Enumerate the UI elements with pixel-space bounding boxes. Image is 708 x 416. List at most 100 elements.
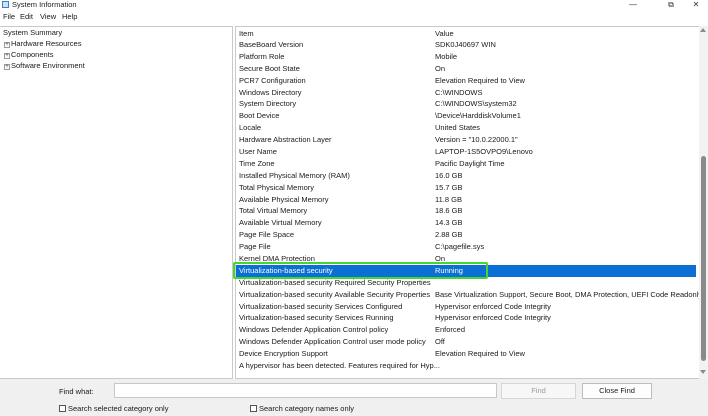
table-row[interactable]: Hardware Abstraction Layer Version = "10.… — [236, 134, 696, 146]
checkbox-box[interactable] — [250, 405, 257, 412]
table-row[interactable]: Time Zone Pacific Daylight Time — [236, 158, 696, 170]
row-item-cell: Available Physical Memory — [239, 194, 329, 204]
minimize-icon[interactable]: — — [618, 0, 648, 10]
find-bar: Find what: Find Close Find Search select… — [0, 379, 708, 416]
search-category-names-checkbox[interactable]: Search category names only — [250, 404, 354, 413]
table-row[interactable]: Total Virtual Memory 18.6 GB — [236, 205, 696, 217]
tree-item-system-summary[interactable]: System Summary — [3, 28, 62, 38]
close-icon[interactable]: ✕ — [684, 0, 708, 10]
table-row[interactable]: BaseBoard Version SDK0J40697 WIN — [236, 39, 696, 51]
checkbox-box[interactable] — [59, 405, 66, 412]
table-row[interactable]: A hypervisor has been detected. Features… — [236, 360, 696, 372]
row-value-cell: United States — [435, 123, 481, 133]
row-value-cell: Base Virtualization Support, Secure Boot… — [435, 289, 708, 299]
row-value-cell: On — [435, 63, 446, 73]
find-what-label: Find what: — [59, 387, 94, 396]
row-item-cell: Page File Space — [239, 230, 295, 240]
row-item-cell: Total Virtual Memory — [239, 206, 308, 216]
search-selected-category-checkbox[interactable]: Search selected category only — [59, 404, 168, 413]
table-row[interactable]: Available Physical Memory 11.8 GB — [236, 194, 696, 206]
row-value-cell: Pacific Daylight Time — [435, 158, 505, 168]
column-header-item[interactable]: Item — [239, 29, 254, 38]
maximize-icon[interactable]: ⧉ — [656, 0, 686, 10]
tree-item-label: Software Environment — [11, 61, 85, 70]
table-row[interactable]: Locale United States — [236, 122, 696, 134]
row-item-cell: Time Zone — [239, 158, 275, 168]
row-item-cell: Windows Defender Application Control use… — [239, 337, 426, 347]
row-value-cell: Enforced — [435, 325, 466, 335]
table-row[interactable]: Total Physical Memory 15.7 GB — [236, 182, 696, 194]
scroll-thumb[interactable] — [701, 156, 706, 361]
row-item-cell: Windows Defender Application Control pol… — [239, 325, 389, 335]
row-value-cell: \Device\HarddiskVolume1 — [435, 111, 521, 121]
table-row[interactable]: Page File Space 2.88 GB — [236, 229, 696, 241]
table-row[interactable]: Secure Boot State On — [236, 63, 696, 75]
vertical-scrollbar[interactable] — [699, 26, 708, 379]
category-tree: System Summary + Hardware Resources + Comp… — [0, 26, 233, 379]
row-item-cell: Platform Role — [239, 51, 285, 61]
column-header-value[interactable]: Value — [435, 29, 454, 38]
row-value-cell: C:\WINDOWS\system32 — [435, 99, 517, 109]
row-value-cell: Hypervisor enforced Code Integrity — [435, 313, 551, 323]
row-item-cell: Page File — [239, 242, 271, 252]
close-find-button[interactable]: Close Find — [582, 383, 652, 399]
window-title: System Information — [12, 0, 77, 9]
table-row[interactable]: User Name LAPTOP-1S5OVPO9\Lenovo — [236, 146, 696, 158]
checkbox-label: Search selected category only — [68, 404, 169, 413]
menu-help[interactable]: Help — [62, 11, 77, 22]
expand-icon[interactable]: + — [4, 53, 10, 59]
tree-item-label: System Summary — [3, 28, 63, 37]
table-row[interactable]: Windows Directory C:\WINDOWS — [236, 87, 696, 99]
annotation-highlight-box — [233, 262, 488, 279]
expand-icon[interactable]: + — [4, 64, 10, 70]
table-row[interactable]: Boot Device \Device\HarddiskVolume1 — [236, 110, 696, 122]
row-item-cell: A hypervisor has been detected. Features… — [239, 361, 440, 371]
title-bar: System Information — ⧉ ✕ — [0, 0, 708, 10]
row-value-cell: C:\pagefile.sys — [435, 242, 485, 252]
checkbox-label: Search category names only — [259, 404, 355, 413]
row-item-cell: Installed Physical Memory (RAM) — [239, 170, 350, 180]
scroll-down-arrow-icon[interactable] — [700, 370, 706, 374]
row-item-cell: Secure Boot State — [239, 63, 300, 73]
tree-item-software-environment[interactable]: + Software Environment — [4, 61, 85, 71]
table-rows: BaseBoard Version SDK0J40697 WIN Platform … — [236, 39, 707, 372]
row-value-cell: Version = "10.0.22000.1" — [435, 135, 518, 145]
row-item-cell: PCR7 Configuration — [239, 75, 306, 85]
menu-view[interactable]: View — [40, 11, 56, 22]
tree-item-components[interactable]: + Components — [4, 50, 54, 60]
menu-file[interactable]: File — [3, 11, 15, 22]
table-row[interactable]: Virtualization-based security Services C… — [236, 301, 696, 313]
row-item-cell: Total Physical Memory — [239, 182, 315, 192]
find-what-input[interactable] — [114, 383, 497, 398]
find-button[interactable]: Find — [501, 383, 576, 399]
table-row[interactable]: System Directory C:\WINDOWS\system32 — [236, 98, 696, 110]
row-value-cell: SDK0J40697 WIN — [435, 40, 496, 49]
table-row[interactable]: Available Virtual Memory 14.3 GB — [236, 217, 696, 229]
tree-item-hardware-resources[interactable]: + Hardware Resources — [4, 39, 81, 49]
row-value-cell: Off — [435, 337, 445, 347]
row-item-cell: System Directory — [239, 99, 297, 109]
expand-icon[interactable]: + — [4, 42, 10, 48]
table-row[interactable]: Platform Role Mobile — [236, 51, 696, 63]
table-row[interactable]: Windows Defender Application Control pol… — [236, 324, 696, 336]
table-row[interactable]: PCR7 Configuration Elevation Required to … — [236, 75, 696, 87]
table-row[interactable]: Virtualization-based security Available … — [236, 289, 707, 301]
row-value-cell: Elevation Required to View — [435, 75, 525, 85]
tree-item-label: Hardware Resources — [11, 39, 82, 48]
row-item-cell: Virtualization-based security Services C… — [239, 301, 403, 311]
row-value-cell: 2.88 GB — [435, 230, 463, 240]
table-row[interactable]: Virtualization-based security Services R… — [236, 312, 696, 324]
row-item-cell: Virtualization-based security Services R… — [239, 313, 394, 323]
table-row[interactable]: Installed Physical Memory (RAM) 16.0 GB — [236, 170, 696, 182]
table-row[interactable]: Device Encryption Support Elevation Requi… — [236, 348, 696, 360]
scroll-up-arrow-icon[interactable] — [700, 28, 706, 32]
table-row[interactable]: Page File C:\pagefile.sys — [236, 241, 696, 253]
row-item-cell: User Name — [239, 147, 277, 157]
row-item-cell: Locale — [239, 123, 262, 133]
row-item-cell: Virtualization-based security Available … — [239, 289, 431, 299]
row-value-cell: Elevation Required to View — [435, 349, 525, 359]
row-item-cell: Boot Device — [239, 111, 280, 121]
table-row[interactable]: Windows Defender Application Control use… — [236, 336, 696, 348]
row-value-cell: C:\WINDOWS — [435, 87, 483, 97]
menu-edit[interactable]: Edit — [20, 11, 33, 22]
